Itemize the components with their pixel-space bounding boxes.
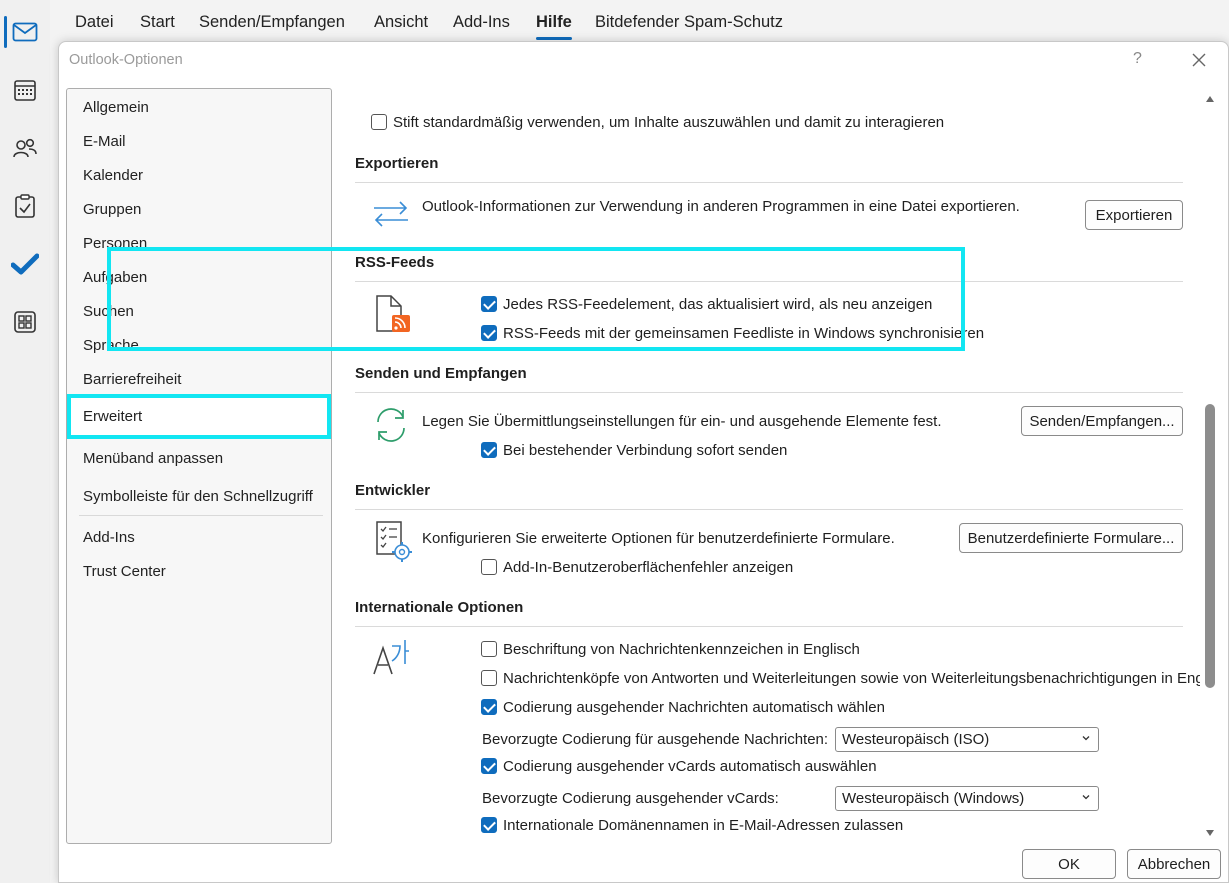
addin-errors-label: Add-In-Benutzeroberflächenfehler anzeige… <box>503 559 794 576</box>
outlook-options-dialog: Outlook-Optionen ? Allgemein E-Mail Kale… <box>58 41 1229 883</box>
scrollbar-thumb[interactable] <box>1205 404 1215 688</box>
export-button[interactable]: Exportieren <box>1085 200 1183 230</box>
close-icon[interactable] <box>1189 50 1209 70</box>
ok-button[interactable]: OK <box>1022 849 1116 879</box>
rail-people[interactable] <box>0 128 50 168</box>
vcard-encoding-value: Westeuropäisch (Windows) <box>842 790 1025 807</box>
preferred-encoding-select[interactable]: Westeuropäisch (ISO) <box>835 727 1099 752</box>
rss-highlight-box <box>107 247 965 351</box>
english-flags-label: Beschriftung von Nachrichtenkennzeichen … <box>503 641 860 658</box>
developer-description: Konfigurieren Sie erweiterte Optionen fü… <box>422 530 895 547</box>
menu-datei[interactable]: Datei <box>75 13 114 32</box>
category-divider <box>79 515 323 516</box>
preferred-encoding-value: Westeuropäisch (ISO) <box>842 731 990 748</box>
category-trust-center[interactable]: Trust Center <box>83 563 166 580</box>
menu-ansicht[interactable]: Ansicht <box>374 13 428 32</box>
settings-content: Stift standardmäßig verwenden, um Inhalt… <box>355 88 1200 844</box>
menu-senden-empfangen[interactable]: Senden/Empfangen <box>199 13 345 32</box>
todo-icon <box>11 253 39 275</box>
send-receive-description: Legen Sie Übermittlungseinstellungen für… <box>422 413 942 430</box>
idn-checkbox[interactable] <box>481 817 497 833</box>
mail-icon <box>12 22 38 42</box>
vcard-encoding-select[interactable]: Westeuropäisch (Windows) <box>835 786 1099 811</box>
cancel-button[interactable]: Abbrechen <box>1127 849 1221 879</box>
category-email[interactable]: E-Mail <box>83 133 126 150</box>
vcard-auto-label: Codierung ausgehender vCards automatisch… <box>503 758 877 775</box>
send-immediately-label: Bei bestehender Verbindung sofort senden <box>503 442 788 459</box>
pen-option-label: Stift standardmäßig verwenden, um Inhalt… <box>393 114 945 131</box>
developer-section-title: Entwickler <box>355 482 431 499</box>
rail-calendar[interactable] <box>0 70 50 110</box>
help-button[interactable]: ? <box>1133 50 1142 68</box>
rail-tasks[interactable] <box>0 186 50 226</box>
menu-add-ins[interactable]: Add-Ins <box>453 13 510 32</box>
category-allgemein[interactable]: Allgemein <box>83 99 149 116</box>
export-arrows-icon <box>374 201 408 227</box>
export-description: Outlook-Informationen zur Verwendung in … <box>422 198 1020 215</box>
export-section-title: Exportieren <box>355 155 439 172</box>
category-erweitert[interactable]: Erweitert <box>67 394 331 439</box>
english-flags-checkbox[interactable] <box>481 641 497 657</box>
rail-mail[interactable] <box>0 12 50 52</box>
international-section-divider <box>355 626 1183 627</box>
category-schnellzugriff[interactable]: Symbolleiste für den Schnellzugriff <box>83 488 313 505</box>
send-receive-section-divider <box>355 392 1183 393</box>
rail-apps[interactable] <box>0 302 50 342</box>
chevron-down-icon <box>1082 736 1090 741</box>
send-receive-section-title: Senden und Empfangen <box>355 365 527 382</box>
category-add-ins[interactable]: Add-Ins <box>83 529 135 546</box>
addin-errors-checkbox[interactable] <box>481 559 497 575</box>
send-immediately-checkbox[interactable] <box>481 442 497 458</box>
send-receive-button[interactable]: Senden/Empfangen... <box>1021 406 1183 436</box>
pen-checkbox[interactable] <box>371 114 387 130</box>
category-gruppen[interactable]: Gruppen <box>83 201 141 218</box>
english-headers-checkbox[interactable] <box>481 670 497 686</box>
vcard-encoding-label: Bevorzugte Codierung ausgehender vCards: <box>482 790 779 807</box>
menu-hilfe[interactable]: Hilfe <box>536 13 572 40</box>
form-settings-icon <box>376 521 412 562</box>
idn-label: Internationale Domänennamen in E-Mail-Ad… <box>503 817 904 834</box>
category-barrierefreiheit[interactable]: Barrierefreiheit <box>83 371 181 388</box>
rail-todo[interactable] <box>0 244 50 284</box>
menu-start[interactable]: Start <box>140 13 175 32</box>
calendar-icon <box>14 80 36 101</box>
sync-icon <box>377 408 405 442</box>
chevron-down-icon <box>1082 795 1090 800</box>
category-kalender[interactable]: Kalender <box>83 167 143 184</box>
auto-encoding-label: Codierung ausgehender Nachrichten automa… <box>503 699 885 716</box>
custom-forms-button[interactable]: Benutzerdefinierte Formulare... <box>959 523 1183 553</box>
category-list: Allgemein E-Mail Kalender Gruppen Person… <box>66 88 332 844</box>
category-erweitert-label: Erweitert <box>83 408 143 425</box>
people-icon <box>13 138 37 158</box>
dialog-title: Outlook-Optionen <box>69 52 183 68</box>
auto-encoding-checkbox[interactable] <box>481 699 497 715</box>
scroll-down-arrow-icon[interactable] <box>1205 828 1215 838</box>
tasks-icon <box>15 194 35 218</box>
app-rail <box>0 0 50 883</box>
scroll-up-arrow-icon[interactable] <box>1205 94 1215 104</box>
menu-bitdefender[interactable]: Bitdefender Spam-Schutz <box>595 13 783 32</box>
language-icon <box>373 640 409 675</box>
preferred-encoding-label: Bevorzugte Codierung für ausgehende Nach… <box>482 731 829 748</box>
export-section-divider <box>355 182 1183 183</box>
developer-section-divider <box>355 509 1183 510</box>
menu-bar: Datei Start Senden/Empfangen Ansicht Add… <box>50 0 1229 44</box>
category-menueband[interactable]: Menüband anpassen <box>83 450 223 467</box>
english-headers-label: Nachrichtenköpfe von Antworten und Weite… <box>503 670 1200 687</box>
apps-icon <box>14 311 36 333</box>
international-section-title: Internationale Optionen <box>355 599 524 616</box>
vcard-auto-checkbox[interactable] <box>481 758 497 774</box>
